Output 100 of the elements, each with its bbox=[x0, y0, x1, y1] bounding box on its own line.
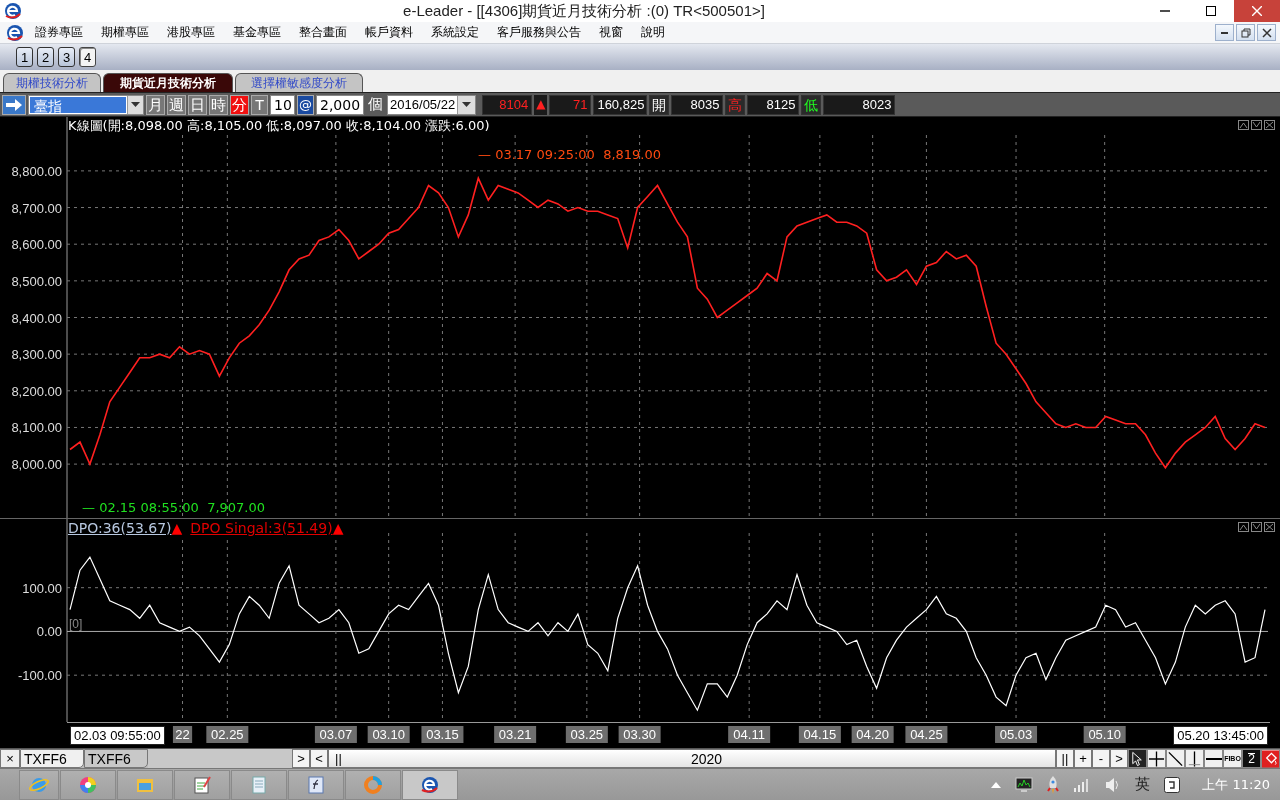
vertical-line-icon bbox=[1186, 749, 1203, 768]
menu-item[interactable]: 基金專區 bbox=[224, 24, 290, 41]
go-button[interactable] bbox=[2, 94, 26, 115]
next-button[interactable]: > bbox=[292, 749, 310, 768]
restore-button[interactable] bbox=[1236, 24, 1255, 41]
quote-value: 8104 bbox=[482, 94, 533, 115]
keyboard-mode-icon[interactable] bbox=[1164, 776, 1181, 793]
drawing-tool-button[interactable] bbox=[1128, 749, 1147, 768]
period-button[interactable]: 分 bbox=[230, 94, 249, 115]
page-button[interactable]: 1 bbox=[16, 47, 33, 67]
page-button[interactable]: 3 bbox=[58, 47, 75, 67]
axis-label: 03.25 bbox=[565, 726, 608, 743]
axis-label: 22 bbox=[172, 726, 193, 743]
interval-field[interactable]: 10 bbox=[270, 94, 295, 115]
axis-label: 03.07 bbox=[314, 726, 357, 743]
diagonal-line-icon bbox=[1167, 749, 1184, 768]
period-button[interactable]: 週 bbox=[167, 94, 186, 115]
menu-item[interactable]: 期權專區 bbox=[92, 24, 158, 41]
drawing-tool-button[interactable] bbox=[1147, 749, 1166, 768]
input-method-indicator[interactable]: 英 bbox=[1135, 775, 1151, 794]
time-scrollbar[interactable]: || 2020 bbox=[328, 749, 1056, 768]
quote-label: 開 bbox=[649, 94, 670, 115]
menu-item[interactable]: 系統設定 bbox=[422, 24, 488, 41]
quote-value: 160,825 bbox=[593, 94, 648, 115]
drawing-tool-button[interactable] bbox=[1185, 749, 1204, 768]
unit-label: 個 bbox=[367, 95, 385, 114]
previous-button[interactable]: < bbox=[310, 749, 328, 768]
quote-value: 71 bbox=[549, 94, 592, 115]
formula-icon bbox=[306, 774, 326, 795]
close-button[interactable]: × bbox=[0, 749, 20, 768]
quote-label: 低 bbox=[801, 94, 822, 115]
symbol-tab[interactable]: TXFF6 bbox=[84, 749, 148, 768]
menu-item[interactable]: 客戶服務與公告 bbox=[488, 24, 590, 41]
axis-label: 8,500.00 bbox=[11, 273, 62, 289]
page-button[interactable]: 4 bbox=[79, 47, 96, 67]
menu-item[interactable]: 證券專區 bbox=[26, 24, 92, 41]
minimize-button[interactable] bbox=[1215, 24, 1234, 41]
menu-item[interactable]: 視窗 bbox=[590, 24, 632, 41]
page-button[interactable]: 2 bbox=[37, 47, 54, 67]
drawing-tool-button[interactable]: 2 bbox=[1242, 749, 1261, 768]
axis-label: -100.00 bbox=[17, 668, 62, 684]
symbol-tab[interactable]: TXFF6 bbox=[20, 749, 84, 768]
maximize-icon bbox=[1206, 6, 1216, 16]
axis-label: 03.21 bbox=[494, 726, 537, 743]
tab[interactable]: 期權技術分析 bbox=[3, 73, 101, 92]
date-combobox[interactable]: 2016/05/22 bbox=[387, 94, 477, 115]
quote-value: 8035 bbox=[671, 94, 724, 115]
period-button[interactable]: 時 bbox=[209, 94, 228, 115]
axis-label: 8,300.00 bbox=[11, 347, 62, 363]
menu-item[interactable]: 港股專區 bbox=[158, 24, 224, 41]
minimize-icon bbox=[1221, 31, 1228, 34]
zoom-button[interactable]: - bbox=[1092, 749, 1110, 768]
color-wheel-icon bbox=[78, 774, 98, 795]
close-icon bbox=[1252, 6, 1262, 16]
drawing-tool-button[interactable] bbox=[1204, 749, 1223, 768]
close-button[interactable] bbox=[1257, 24, 1276, 41]
axis-label: 8,800.00 bbox=[11, 163, 62, 179]
low-marker: — 02.15 08:55:00 7,907.00 bbox=[82, 500, 266, 515]
drawing-tool-button[interactable] bbox=[1166, 749, 1185, 768]
tray-expand-icon[interactable] bbox=[991, 781, 1002, 788]
zoom-button[interactable]: || bbox=[1056, 749, 1074, 768]
dropdown-caret-icon bbox=[462, 102, 472, 107]
taskbar-button[interactable] bbox=[231, 769, 287, 800]
window-title: e-Leader - [[4306]期貨近月技術分析 :(0) TR<500501>] bbox=[402, 1, 766, 21]
zoom-button[interactable]: + bbox=[1074, 749, 1092, 768]
lot-field[interactable]: 2,000 bbox=[316, 94, 365, 115]
period-button[interactable]: 月 bbox=[146, 94, 165, 115]
rocket-icon[interactable] bbox=[1047, 775, 1060, 794]
axis-label: 05.03 bbox=[995, 726, 1038, 743]
period-button[interactable]: 日 bbox=[188, 94, 207, 115]
swirl-icon bbox=[420, 774, 440, 795]
axis-label: 100.00 bbox=[22, 580, 62, 596]
axis-label: 03.15 bbox=[421, 726, 464, 743]
monitor-icon[interactable] bbox=[1015, 776, 1034, 793]
quote-value: 8125 bbox=[747, 94, 800, 115]
axis-label: 04.20 bbox=[851, 726, 894, 743]
axis-label: 03.10 bbox=[367, 726, 410, 743]
ring-icon bbox=[363, 774, 383, 795]
menu-item[interactable]: 帳戶資料 bbox=[356, 24, 422, 41]
quote-label: 高 bbox=[725, 94, 746, 115]
restore-icon bbox=[1240, 27, 1251, 38]
notebook-icon bbox=[249, 774, 269, 795]
tab[interactable]: 期貨近月技術分析 bbox=[103, 73, 233, 92]
taskbar-button[interactable] bbox=[402, 769, 458, 800]
horizontal-line-icon bbox=[1205, 757, 1222, 760]
symbol-combobox[interactable]: 臺指 bbox=[28, 94, 144, 115]
zoom-button[interactable]: > bbox=[1110, 749, 1128, 768]
legend-label: DPO Singal:3(51.49) bbox=[190, 520, 333, 536]
menu-item[interactable]: 整合畫面 bbox=[290, 24, 356, 41]
minimize-icon bbox=[1160, 10, 1170, 12]
axis-label: 04.15 bbox=[798, 726, 841, 743]
zero-label: [0] bbox=[69, 617, 83, 632]
menu-item[interactable]: 說明 bbox=[632, 24, 674, 41]
taskbar-button[interactable] bbox=[174, 769, 230, 800]
panel-buttons-icon bbox=[1238, 522, 1276, 532]
tab[interactable]: 選擇權敏感度分析 bbox=[235, 73, 363, 92]
axis-label: 8,600.00 bbox=[11, 237, 62, 253]
period-button[interactable]: T bbox=[251, 94, 268, 115]
at-label: @ bbox=[297, 94, 314, 115]
axis-label: 8,400.00 bbox=[11, 310, 62, 326]
